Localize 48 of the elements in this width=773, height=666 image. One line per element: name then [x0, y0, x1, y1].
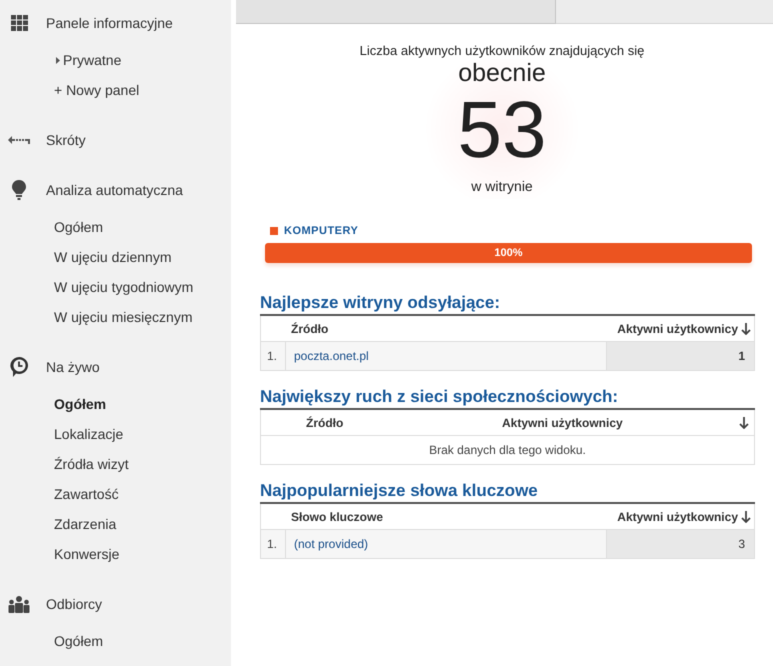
clock-bubble-icon — [10, 357, 28, 377]
location-label: w witrynie — [471, 177, 533, 195]
user-count: 53 — [458, 85, 546, 175]
rank-cell: 1. — [261, 530, 286, 558]
bar-reading: 100% — [493, 246, 524, 261]
column-header[interactable]: Źródło — [261, 320, 606, 338]
nav-item[interactable]: + Nowy panel — [54, 80, 140, 100]
nav-item[interactable]: W ujęciu dziennym — [54, 246, 172, 268]
section-heading: Najpopularniejsze słowa kluczowe — [260, 481, 539, 502]
value-cell: 3 — [606, 530, 754, 558]
grid-icon — [10, 15, 28, 31]
rank-cell: 1. — [261, 342, 286, 370]
nav-item[interactable]: Źródła wizyt — [54, 454, 129, 474]
arrow-icon — [8, 136, 30, 144]
nav-item[interactable]: Zdarzenia — [54, 514, 116, 534]
column-header[interactable]: Aktywni użytkownicy — [617, 508, 751, 526]
caption-text: Liczba aktywnych użytkowników znajdujących się — [360, 43, 644, 59]
nav-item[interactable]: Lokalizacje — [54, 424, 124, 444]
section-heading: Najlepsze witryny odsyłające: — [260, 293, 501, 314]
nav-item[interactable]: Prywatne — [56, 50, 122, 70]
column-header[interactable]: Aktywni użytkownicy — [617, 320, 751, 338]
people-icon — [8, 596, 30, 612]
nav-section[interactable]: Analiza automatyczna — [46, 180, 183, 200]
sort-down-icon[interactable] — [741, 510, 751, 522]
time-label: obecnie — [458, 59, 546, 87]
column-header[interactable]: Słowo kluczowe — [261, 508, 606, 526]
nav-section[interactable]: Na żywo — [46, 356, 100, 378]
nav-item[interactable]: Zawartość — [54, 484, 119, 504]
nav-section[interactable]: Odbiorcy — [46, 594, 102, 614]
row-link[interactable]: poczta.onet.pl — [294, 347, 369, 365]
nav-item[interactable]: W ujęciu miesięcznym — [54, 306, 192, 328]
nav-item[interactable]: W ujęciu tygodniowym — [54, 276, 194, 298]
empty-message: Brak danych dla tego widoku. — [429, 442, 586, 459]
sort-down-icon[interactable] — [739, 416, 749, 428]
sort-down-icon[interactable] — [741, 322, 751, 334]
legend-label: KOMPUTERY — [284, 224, 358, 239]
nav-item[interactable]: Konwersje — [54, 544, 120, 564]
nav-section[interactable]: Panele informacyjne — [46, 12, 173, 34]
nav-section[interactable]: Skróty — [46, 130, 86, 150]
nav-item[interactable]: Ogółem — [54, 630, 104, 652]
lightbulb-icon — [12, 180, 26, 200]
section-heading: Największy ruch z sieci społecznościowych: — [260, 387, 620, 408]
row-link[interactable]: (not provided) — [294, 535, 368, 553]
nav-item[interactable]: Ogółem — [54, 394, 106, 414]
value-cell: 1 — [606, 342, 754, 370]
nav-item[interactable]: Ogółem — [54, 216, 104, 238]
column-header[interactable]: Aktywni użytkownicy — [502, 414, 754, 432]
column-header[interactable]: Źródło — [261, 414, 502, 432]
